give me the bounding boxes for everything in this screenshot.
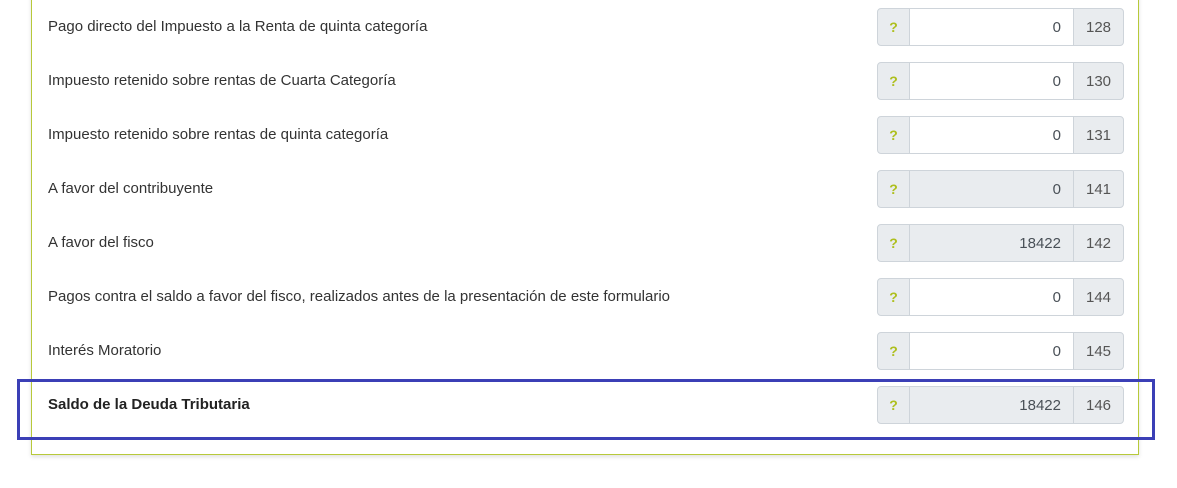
input-group-146: ? 146 bbox=[877, 386, 1124, 424]
amount-readonly-146 bbox=[910, 386, 1073, 424]
form-row-144: Pagos contra el saldo a favor del fisco,… bbox=[0, 270, 1177, 324]
amount-readonly-142 bbox=[910, 224, 1073, 262]
form-row-146: Saldo de la Deuda Tributaria ? 146 bbox=[0, 378, 1177, 432]
form-row-142: A favor del fisco ? 142 bbox=[0, 216, 1177, 270]
row-label: Interés Moratorio bbox=[48, 342, 162, 359]
amount-input-130[interactable] bbox=[910, 62, 1073, 100]
row-label: A favor del fisco bbox=[48, 234, 154, 251]
form-row-145: Interés Moratorio ? 145 bbox=[0, 324, 1177, 378]
row-label: A favor del contribuyente bbox=[48, 180, 214, 197]
amount-readonly-141 bbox=[910, 170, 1073, 208]
input-group-141: ? 141 bbox=[877, 170, 1124, 208]
amount-input-131[interactable] bbox=[910, 116, 1073, 154]
amount-input-144[interactable] bbox=[910, 278, 1073, 316]
row-label: Pago directo del Impuesto a la Renta de … bbox=[48, 18, 428, 35]
casilla-code: 128 bbox=[1073, 8, 1124, 46]
help-button[interactable]: ? bbox=[877, 62, 910, 100]
casilla-code: 146 bbox=[1073, 386, 1124, 424]
form-row-128: Pago directo del Impuesto a la Renta de … bbox=[0, 0, 1177, 54]
amount-input-145[interactable] bbox=[910, 332, 1073, 370]
help-button[interactable]: ? bbox=[877, 116, 910, 154]
casilla-code: 141 bbox=[1073, 170, 1124, 208]
input-group-131: ? 131 bbox=[877, 116, 1124, 154]
row-label: Impuesto retenido sobre rentas de quinta… bbox=[48, 126, 389, 143]
input-group-130: ? 130 bbox=[877, 62, 1124, 100]
help-button[interactable]: ? bbox=[877, 224, 910, 262]
help-button[interactable]: ? bbox=[877, 332, 910, 370]
casilla-code: 142 bbox=[1073, 224, 1124, 262]
input-group-142: ? 142 bbox=[877, 224, 1124, 262]
casilla-code: 130 bbox=[1073, 62, 1124, 100]
help-button[interactable]: ? bbox=[877, 170, 910, 208]
row-label-total: Saldo de la Deuda Tributaria bbox=[48, 396, 250, 413]
input-group-144: ? 144 bbox=[877, 278, 1124, 316]
row-label: Pagos contra el saldo a favor del fisco,… bbox=[48, 288, 671, 305]
form-row-141: A favor del contribuyente ? 141 bbox=[0, 162, 1177, 216]
help-button[interactable]: ? bbox=[877, 8, 910, 46]
input-group-128: ? 128 bbox=[877, 8, 1124, 46]
input-group-145: ? 145 bbox=[877, 332, 1124, 370]
help-button[interactable]: ? bbox=[877, 386, 910, 424]
casilla-code: 144 bbox=[1073, 278, 1124, 316]
form-row-131: Impuesto retenido sobre rentas de quinta… bbox=[0, 108, 1177, 162]
row-label: Impuesto retenido sobre rentas de Cuarta… bbox=[48, 72, 396, 89]
form-row-130: Impuesto retenido sobre rentas de Cuarta… bbox=[0, 54, 1177, 108]
help-button[interactable]: ? bbox=[877, 278, 910, 316]
amount-input-128[interactable] bbox=[910, 8, 1073, 46]
casilla-code: 145 bbox=[1073, 332, 1124, 370]
casilla-code: 131 bbox=[1073, 116, 1124, 154]
